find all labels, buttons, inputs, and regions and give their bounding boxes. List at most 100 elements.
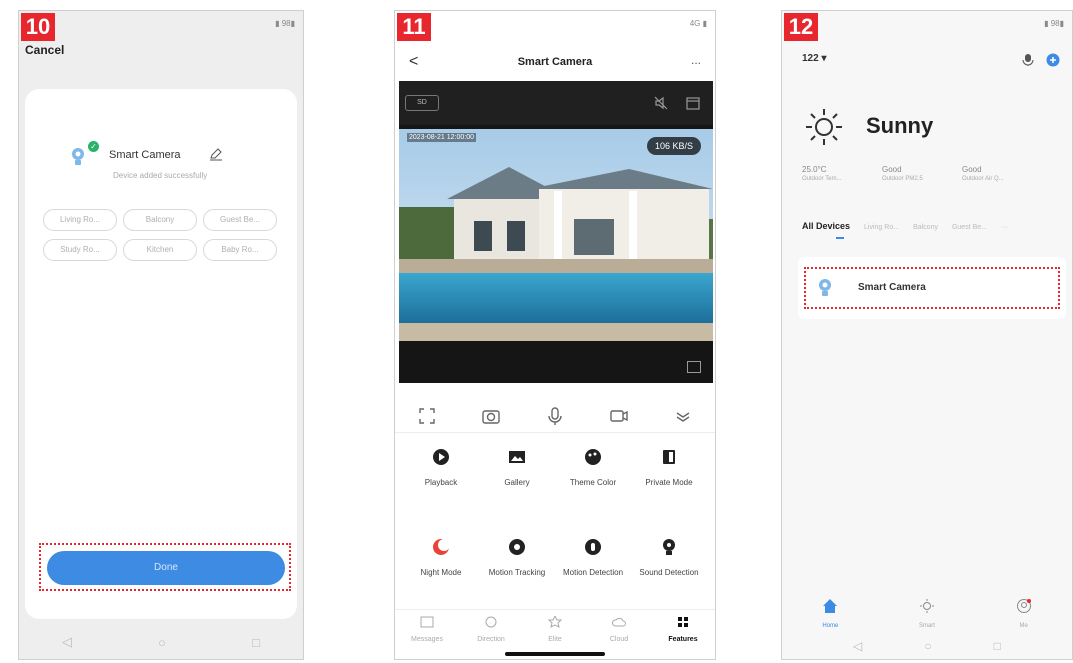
more-menu-button[interactable]: ... — [691, 53, 701, 67]
more-tabs-button[interactable]: ··· — [1001, 224, 1008, 231]
expand-icon[interactable] — [672, 405, 694, 427]
tab-messages[interactable]: Messages — [397, 616, 457, 649]
mute-icon[interactable] — [653, 95, 669, 111]
room-chip[interactable]: Kitchen — [123, 239, 197, 261]
feature-theme-color[interactable]: Theme Color — [555, 441, 631, 515]
sd-quality-button[interactable]: SD — [405, 95, 439, 111]
tutorial-steps: 10 ▮ 98▮ Cancel ✓ Smart Camera Device ad… — [0, 0, 1073, 663]
header: < Smart Camera ... — [395, 51, 715, 77]
main-tab-bar: Home Smart Me — [782, 598, 1072, 629]
direction-icon — [485, 616, 497, 628]
camera-tab-bar: Messages Direction Elite Cloud Features — [395, 609, 715, 649]
gallery-icon — [509, 451, 525, 463]
feature-playback[interactable]: Playback — [403, 441, 479, 515]
back-triangle-icon[interactable]: ◁ — [62, 634, 72, 650]
tab-label: Features — [668, 636, 698, 643]
tab-smart[interactable]: Smart — [897, 598, 957, 629]
phone-step-10: 10 ▮ 98▮ Cancel ✓ Smart Camera Device ad… — [18, 10, 304, 660]
feature-gallery[interactable]: Gallery — [479, 441, 555, 515]
system-nav-bar: ◁ ○ □ — [19, 625, 303, 659]
weather-stat: Good Outdoor Air Q... — [962, 165, 1018, 182]
feature-label: Gallery — [504, 478, 530, 487]
video-controls — [395, 399, 715, 433]
active-tab-indicator — [836, 237, 844, 239]
phone-step-12: 12 ▮ 98▮ 122 ▾ Sunny 25.0°C Outdoor Tem.… — [781, 10, 1073, 660]
stat-value: Good — [882, 165, 902, 174]
back-triangle-icon[interactable]: ◁ — [853, 639, 862, 653]
tab-label: Me — [1019, 623, 1028, 629]
room-chip[interactable]: Guest Be... — [203, 209, 277, 231]
feature-label: Motion Tracking — [488, 568, 546, 577]
feature-label: Playback — [424, 478, 458, 487]
feature-grid: Playback Gallery Theme Color Private Mod… — [403, 441, 709, 605]
cancel-button[interactable]: Cancel — [25, 43, 64, 57]
tab-all-devices[interactable]: All Devices — [802, 221, 850, 231]
private-mode-icon — [663, 450, 675, 464]
screenshot-icon[interactable] — [416, 405, 438, 427]
motion-tracking-icon — [509, 539, 525, 555]
camera-icon[interactable] — [480, 405, 502, 427]
messages-icon — [420, 616, 434, 628]
home-selector[interactable]: 122 ▾ — [802, 53, 826, 64]
room-chip[interactable]: Balcony — [123, 209, 197, 231]
feature-private-mode[interactable]: Private Mode — [631, 441, 707, 515]
room-selector: Living Ro... Balcony Guest Be... Study R… — [43, 209, 283, 261]
room-chip[interactable]: Baby Ro... — [203, 239, 277, 261]
camera-feed-image — [399, 129, 713, 341]
stat-value: 25.0°C — [802, 165, 827, 174]
night-mode-icon — [433, 539, 450, 555]
calendar-icon[interactable] — [685, 95, 701, 111]
home-circle-icon[interactable]: ○ — [158, 635, 166, 650]
fullscreen-icon[interactable] — [687, 361, 701, 373]
camera-device-icon — [819, 279, 831, 296]
weather-stat: 25.0°C Outdoor Tem... — [802, 165, 858, 182]
status-bar: 4G ▮ — [689, 19, 707, 28]
tab-elite[interactable]: Elite — [525, 614, 585, 649]
edit-pencil-icon[interactable] — [209, 147, 223, 161]
tab-home[interactable]: Home — [800, 598, 860, 629]
sun-icon — [806, 109, 842, 145]
device-added-card: ✓ Smart Camera Device added successfully… — [25, 89, 297, 619]
done-button[interactable]: Done — [47, 551, 285, 585]
step-badge: 12 — [784, 13, 818, 41]
microphone-icon[interactable] — [544, 405, 566, 427]
tab-label: Home — [822, 623, 839, 629]
tab-label: Direction — [477, 636, 505, 643]
highlight-outline — [804, 267, 1060, 309]
record-icon[interactable] — [608, 405, 630, 427]
recent-square-icon[interactable]: □ — [994, 639, 1001, 653]
stat-value: Good — [962, 165, 982, 174]
tab-room[interactable]: Living Ro... — [864, 224, 899, 231]
stat-label: Outdoor Tem... — [802, 176, 842, 182]
room-chip[interactable]: Study Ro... — [43, 239, 117, 261]
tab-direction[interactable]: Direction — [461, 616, 521, 649]
tab-label: Messages — [411, 636, 443, 643]
step-badge: 11 — [397, 13, 431, 41]
home-circle-icon[interactable]: ○ — [924, 639, 931, 653]
page-title: Smart Camera — [517, 56, 593, 68]
bitrate-indicator: 106 KB/S — [646, 137, 701, 155]
tab-room[interactable]: Guest Be... — [952, 224, 987, 231]
room-chip[interactable]: Living Ro... — [43, 209, 117, 231]
home-indicator[interactable] — [505, 652, 605, 656]
smart-sun-icon — [919, 599, 934, 613]
add-device-icon[interactable] — [1046, 53, 1060, 67]
feature-sound-detection[interactable]: Sound Detection — [631, 531, 707, 605]
weather-condition: Sunny — [866, 113, 934, 138]
status-bar: ▮ 98▮ — [275, 19, 295, 28]
feature-motion-detection[interactable]: Motion Detection — [555, 531, 631, 605]
live-video-player[interactable]: SD 2023-08-21 12:00:00 106 KB/S — [399, 81, 713, 383]
tab-cloud[interactable]: Cloud — [589, 616, 649, 649]
feature-motion-tracking[interactable]: Motion Tracking — [479, 531, 555, 605]
recent-square-icon[interactable]: □ — [252, 635, 260, 650]
microphone-icon[interactable] — [1022, 53, 1034, 67]
video-timestamp: 2023-08-21 12:00:00 — [407, 133, 476, 142]
tab-me[interactable]: Me — [994, 598, 1054, 629]
device-name[interactable]: Smart Camera — [858, 282, 926, 293]
feature-label: Theme Color — [569, 478, 617, 487]
feature-label: Sound Detection — [639, 568, 699, 577]
motion-detection-icon — [585, 539, 601, 555]
feature-night-mode[interactable]: Night Mode — [403, 531, 479, 605]
tab-room[interactable]: Balcony — [913, 224, 938, 231]
tab-features[interactable]: Features — [653, 616, 713, 649]
